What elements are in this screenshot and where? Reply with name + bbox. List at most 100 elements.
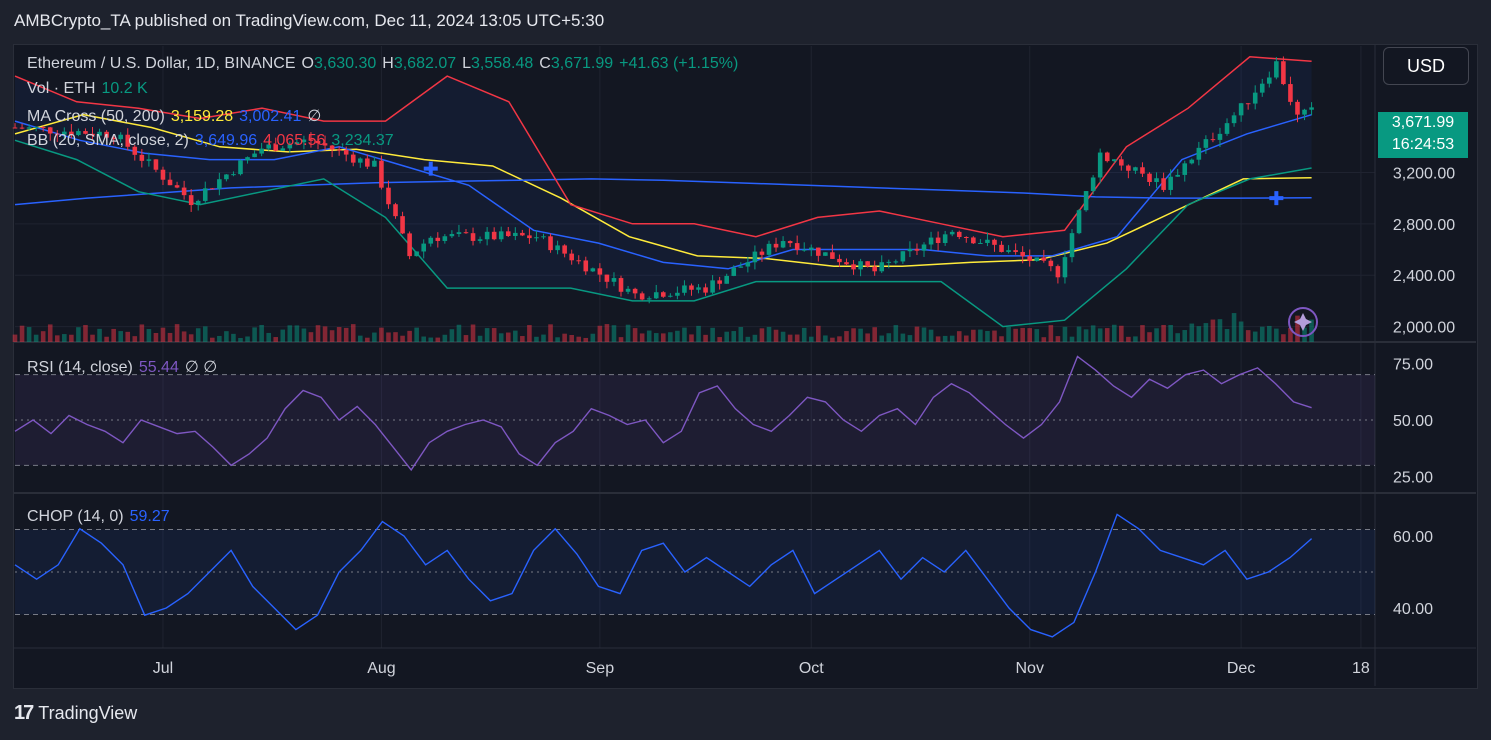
- candle-body: [477, 239, 483, 241]
- candle-body: [773, 243, 779, 248]
- candle-body: [195, 200, 201, 206]
- volume-bar: [1069, 336, 1075, 342]
- candle-body: [1006, 250, 1011, 252]
- candle-body: [463, 232, 469, 234]
- volume-bar: [76, 327, 81, 342]
- rsi-tick-label: 75.00: [1393, 356, 1433, 373]
- candle-body: [470, 233, 476, 241]
- candle-body: [1140, 167, 1145, 174]
- candle-body: [1238, 103, 1244, 116]
- candle-body: [921, 244, 927, 251]
- candle-body: [703, 287, 708, 293]
- volume-bar: [1210, 319, 1216, 342]
- candle-body: [1210, 139, 1216, 141]
- volume-bar: [421, 336, 426, 342]
- candle-body: [1104, 152, 1110, 162]
- candle-body: [971, 237, 976, 244]
- golden-cross-marker-icon: [1269, 191, 1284, 206]
- candle-body: [484, 231, 490, 240]
- volume-bar: [505, 332, 511, 342]
- candle-body: [668, 295, 673, 297]
- volume-bar: [992, 330, 997, 342]
- volume-bar: [661, 333, 666, 342]
- volume-bar: [1267, 325, 1272, 342]
- volume-bar: [1245, 330, 1251, 342]
- volume-bar: [400, 335, 405, 342]
- volume-bar: [872, 327, 877, 342]
- candle-body: [661, 292, 666, 297]
- candle-body: [900, 251, 906, 262]
- candle-body: [872, 266, 877, 272]
- candle-body: [611, 278, 617, 282]
- volume-bar: [1013, 328, 1018, 342]
- volume-bar: [639, 333, 645, 342]
- volume-bar: [675, 330, 680, 342]
- candle-body: [893, 261, 899, 263]
- candle-body: [365, 158, 370, 167]
- candle-body: [1302, 109, 1307, 115]
- volume-bar: [449, 329, 455, 342]
- volume-bar: [1168, 324, 1173, 342]
- volume-bar: [146, 329, 152, 342]
- volume-bar: [949, 335, 955, 342]
- candle-body: [590, 268, 596, 272]
- candle-body: [428, 237, 434, 244]
- volume-bar: [83, 325, 88, 342]
- candle-body: [1168, 176, 1173, 190]
- candle-body: [632, 288, 638, 294]
- volume-bar: [498, 333, 504, 342]
- volume-bar: [1281, 334, 1286, 342]
- volume-bar: [808, 336, 814, 342]
- candle-body: [949, 231, 955, 235]
- volume-bar: [217, 335, 222, 342]
- volume-bar: [985, 330, 990, 342]
- candle-body: [1196, 147, 1202, 160]
- rsi-tick-label: 50.00: [1393, 413, 1433, 430]
- volume-bar: [1006, 326, 1011, 342]
- volume-bar: [224, 331, 229, 342]
- candle-body: [1034, 257, 1040, 261]
- candle-body: [188, 195, 194, 206]
- tradingview-brand[interactable]: 17 TradingView: [14, 702, 137, 725]
- volume-bar: [865, 333, 870, 342]
- candle-body: [1182, 163, 1188, 175]
- volume-bar: [682, 327, 687, 342]
- volume-bar: [1189, 323, 1195, 342]
- volume-bar: [1161, 324, 1166, 342]
- volume-bar: [541, 334, 546, 342]
- candle-body: [618, 278, 624, 292]
- volume-bar: [879, 335, 885, 342]
- candle-body: [1189, 159, 1195, 164]
- candle-body: [26, 127, 32, 129]
- volume-bar: [914, 326, 920, 342]
- volume-bar: [1147, 332, 1152, 342]
- volume-bar: [1175, 333, 1180, 342]
- currency-button[interactable]: USD: [1383, 47, 1469, 85]
- volume-bar: [886, 333, 892, 342]
- volume-bar: [1196, 326, 1202, 342]
- candle-body: [759, 251, 765, 255]
- volume-bar: [33, 334, 39, 342]
- volume-bar: [308, 332, 314, 342]
- candle-body: [1041, 257, 1047, 261]
- candle-body: [1119, 159, 1124, 166]
- volume-bar: [1104, 328, 1110, 342]
- candle-body: [505, 231, 511, 237]
- volume-bar: [858, 328, 863, 342]
- candle-body: [421, 243, 426, 252]
- volume-bar: [513, 330, 518, 342]
- volume-bar: [329, 330, 335, 342]
- volume-bar: [12, 334, 18, 342]
- volume-bar: [844, 331, 849, 342]
- volume-bar: [971, 329, 976, 342]
- volume-bar: [343, 327, 349, 342]
- volume-bar: [956, 331, 962, 342]
- candle-body: [534, 237, 539, 239]
- volume-bar: [759, 328, 765, 342]
- chop-tick-label: 40.00: [1393, 601, 1433, 618]
- x-tick-label: 18: [1352, 660, 1370, 677]
- candle-body: [1048, 260, 1054, 267]
- candle-body: [724, 275, 729, 284]
- candle-body: [1111, 159, 1117, 162]
- bollinger-fill: [15, 56, 1312, 327]
